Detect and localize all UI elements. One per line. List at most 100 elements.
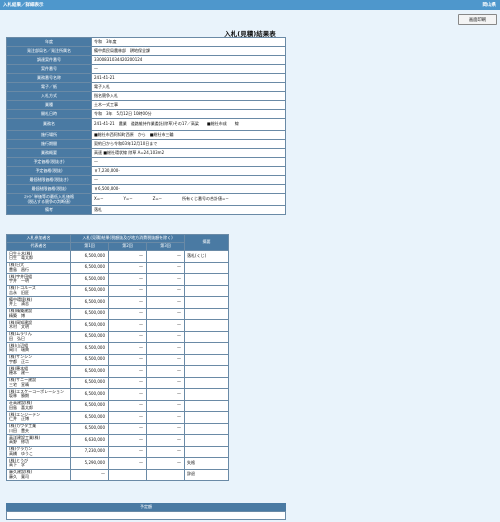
bid-round1: 6,500,000 — [70, 411, 109, 424]
bid-round3: — — [145, 330, 186, 343]
bidder-name: (株)穂本組 穂本 建一 — [6, 365, 71, 378]
info-label: 調達案件番号 — [6, 55, 92, 65]
bid-round2: — — [108, 342, 147, 355]
info-row: 調達案件番号 3300831034420200124 — [6, 55, 286, 65]
col-round2-header: 第2回 — [108, 242, 147, 251]
info-table: 年度 令和 3年度 発注部局名／発注所属名 備中県民局農林部 耕地保全課 調達案件番号 3… — [6, 37, 286, 215]
info-row: 最低制限価格(税抜) ￥6,500,000- — [6, 184, 286, 194]
bidder-row: 備中環境(株) 井上 清志 6,500,000— — — [6, 296, 230, 309]
bidder-row: (株)とうび 高下 学 5,290,000— — 失格 — [6, 457, 230, 470]
bid-round3: — — [145, 457, 186, 470]
info-row: 電子／紙 電子入札 — [6, 82, 286, 92]
bidder-row: (株)ムラリん 田 弘巳 6,500,000— — — [6, 330, 230, 343]
info-value: ￥7,230,000- — [91, 166, 286, 176]
bidder-row: (株)カワタ工業 川田 豊夫 6,500,000— — — [6, 422, 230, 435]
bid-round2: — — [108, 284, 147, 297]
amount-section: 予定額 — [6, 503, 286, 520]
info-row: 開札日時 令和 3年 5月12日 10時00分 — [6, 109, 286, 119]
info-row: 施行期間 契約日から令和03年12月10日まで — [6, 139, 286, 149]
bid-round1: 6,500,000 — [70, 388, 109, 401]
bid-remark: 失格 — [184, 457, 230, 470]
bid-remark — [184, 376, 230, 389]
bid-round1: 6,500,000 — [70, 330, 109, 343]
bid-round2: — — [108, 457, 147, 470]
print-button[interactable]: 画面印刷 — [458, 14, 497, 25]
bid-round2: — — [108, 273, 147, 286]
info-label: 年度 — [6, 37, 92, 47]
info-row: 入札方式 指名競争入札 — [6, 91, 286, 101]
bid-remark — [184, 296, 230, 309]
info-label: ｽﾗｲﾄﾞ単価等の最低入札価格 (税込する競争の判断値) — [6, 193, 92, 206]
bid-round2: — — [108, 422, 147, 435]
col-company-header: 入札参加者名 — [6, 234, 71, 243]
info-label: 最低制限価格(税抜) — [6, 184, 92, 194]
info-label: 案件番号 — [6, 64, 92, 74]
info-row: 予定価格(税抜) ￥7,230,000- — [6, 166, 286, 176]
bid-round1: 6,500,000 — [70, 261, 109, 274]
bid-round2: — — [108, 261, 147, 274]
bid-remark — [184, 330, 230, 343]
bidder-row: 日生土木(株) 日生 竜太郎 6,500,000— — 落札(くじ) — [6, 250, 230, 263]
bidder-name: 日生土木(株) 日生 竜太郎 — [6, 250, 71, 263]
info-row: 予定価格(税抜き) — — [6, 157, 286, 167]
info-row: 施行場所 ■総社市西阿知町西原 から ■総社市三輪 — [6, 130, 286, 140]
bid-round3 — [145, 468, 186, 481]
bidder-row: (株)日大 豊島 昌行 6,500,000— — — [6, 261, 230, 274]
info-row: 案件番号 — — [6, 64, 286, 74]
info-label: 備考 — [6, 205, 92, 215]
info-value: 指名競争入札 — [91, 91, 286, 101]
bid-round2: — — [108, 296, 147, 309]
info-row: ｽﾗｲﾄﾞ単価等の最低入札価格 (税込する競争の判断値) X=− Y=− Z=− … — [6, 193, 286, 206]
info-label: 施行期間 — [6, 139, 92, 149]
bidder-row: (株)岡知建設 木村 文明 6,500,000— — — [6, 319, 230, 332]
bidder-name: 高洋建設工業(株) 高野 修功 — [6, 434, 71, 447]
info-value: — — [91, 175, 286, 185]
bid-remark — [184, 261, 230, 274]
bid-remark — [184, 342, 230, 355]
bid-round2: — — [108, 445, 147, 458]
bid-round1: 6,500,000 — [70, 376, 109, 389]
bid-round1: 6,500,000 — [70, 250, 109, 263]
info-value: X=− Y=− Z=− 所有くじ番号の合計値=− — [91, 193, 286, 206]
info-value: — — [91, 157, 286, 167]
info-value: 241-41-21 — [91, 73, 286, 83]
info-row: 業種 土木一式工事 — [6, 100, 286, 110]
col-bids-header: 入札(見積)結果(税額抜及び地方消費税抜額を除く) — [69, 234, 186, 243]
col-remark-header: 摘要 — [184, 234, 230, 251]
bid-round3: — — [145, 399, 186, 412]
bid-round2: — — [108, 388, 147, 401]
info-label: 業務名 — [6, 118, 92, 131]
amount-title: 予定額 — [6, 503, 286, 511]
bid-remark — [184, 307, 230, 320]
bidder-name: (株)サニー建設 三宅 宣晴 — [6, 376, 71, 389]
bid-round1: 5,290,000 — [70, 457, 109, 470]
bid-remark — [184, 399, 230, 412]
bid-remark — [184, 445, 230, 458]
bid-round3: — — [145, 319, 186, 332]
bid-remark — [184, 388, 230, 401]
bid-round3: — — [145, 250, 186, 263]
bid-round2: — — [108, 434, 147, 447]
bidder-row: 高洋建設工業(株) 高野 修功 6,630,000— — — [6, 434, 230, 447]
info-label: 施行場所 — [6, 130, 92, 140]
bidder-row: (株)エンジーテン 仁井 正博 6,500,000— — — [6, 411, 230, 424]
bid-round1: 7,230,000 — [70, 445, 109, 458]
bidder-name: (株)宇井田組 宇井 一明 — [6, 273, 71, 286]
bid-remark: 落札(くじ) — [184, 250, 230, 263]
bidder-row: (株)クラカン 高橋 ゆうこ 7,230,000— — — [6, 445, 230, 458]
bid-round3: — — [145, 422, 186, 435]
bid-round1: 6,630,000 — [70, 434, 109, 447]
amount-value — [6, 511, 286, 520]
info-value: 落札 — [91, 205, 286, 215]
info-value: 令和 3年 5月12日 10時00分 — [91, 109, 286, 119]
bid-round2: — — [108, 365, 147, 378]
header-prefecture: 岡山県 — [482, 3, 497, 8]
bidder-name: (株)精築建設 精築 博 — [6, 307, 71, 320]
bidder-row: (株)サニー建設 三宅 宣晴 6,500,000— — — [6, 376, 230, 389]
info-row: 業務番号名称 241-41-21 — [6, 73, 286, 83]
bid-round1: 6,500,000 — [70, 307, 109, 320]
info-value: ■総社市西阿知町西原 から ■総社市三輪 — [91, 130, 286, 140]
bid-round3: — — [145, 273, 186, 286]
bid-round1: 6,500,000 — [70, 422, 109, 435]
info-row: 最低制限価格(税抜き) — — [6, 175, 286, 185]
